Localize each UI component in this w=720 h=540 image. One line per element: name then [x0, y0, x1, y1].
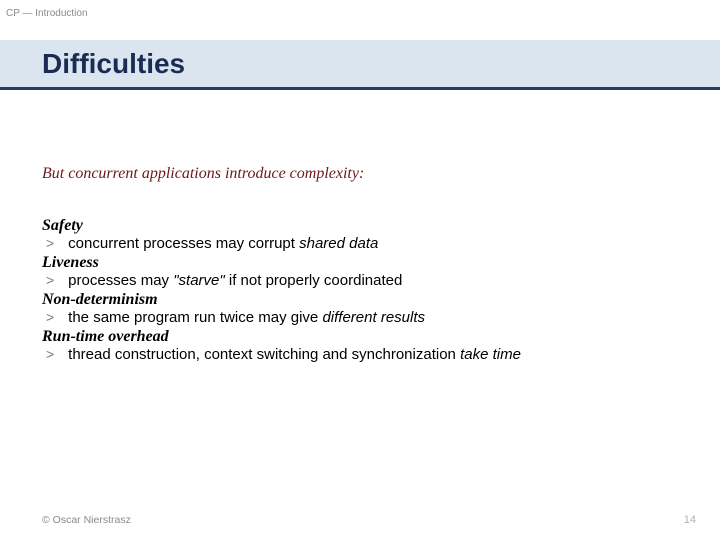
- slide: CP — Introduction Difficulties But concu…: [0, 0, 720, 540]
- section-bullet: > processes may "starve" if not properly…: [42, 272, 682, 289]
- slide-context-label: CP — Introduction: [6, 8, 88, 19]
- bullet-arrow-icon: >: [46, 309, 64, 325]
- section-head: Safety: [42, 217, 682, 235]
- page-number: 14: [684, 514, 696, 526]
- section-head: Liveness: [42, 254, 682, 272]
- bullet-arrow-icon: >: [46, 272, 64, 288]
- slide-title: Difficulties: [42, 48, 185, 80]
- bullet-text-pre: the same program run twice may give: [68, 309, 322, 326]
- bullet-text-em: take time: [460, 346, 521, 363]
- section-head: Non-determinism: [42, 291, 682, 309]
- bullet-arrow-icon: >: [46, 346, 64, 362]
- slide-body: But concurrent applications introduce co…: [42, 165, 682, 365]
- bullet-text-pre: concurrent processes may corrupt: [68, 235, 299, 252]
- intro-text: But concurrent applications introduce co…: [42, 165, 682, 183]
- bullet-text-em: "starve": [173, 272, 225, 289]
- section-bullet: > concurrent processes may corrupt share…: [42, 235, 682, 252]
- section-bullet: > the same program run twice may give di…: [42, 309, 682, 326]
- bullet-arrow-icon: >: [46, 235, 64, 251]
- footer-copyright: © Oscar Nierstrasz: [42, 514, 131, 526]
- bullet-text-post: if not properly coordinated: [225, 272, 403, 289]
- section-bullet: > thread construction, context switching…: [42, 346, 682, 363]
- bullet-text-em: different results: [322, 309, 425, 326]
- section-head: Run-time overhead: [42, 328, 682, 346]
- title-band: Difficulties: [0, 40, 720, 90]
- bullet-text-em: shared data: [299, 235, 378, 252]
- bullet-text-pre: processes may: [68, 272, 173, 289]
- bullet-text-pre: thread construction, context switching a…: [68, 346, 460, 363]
